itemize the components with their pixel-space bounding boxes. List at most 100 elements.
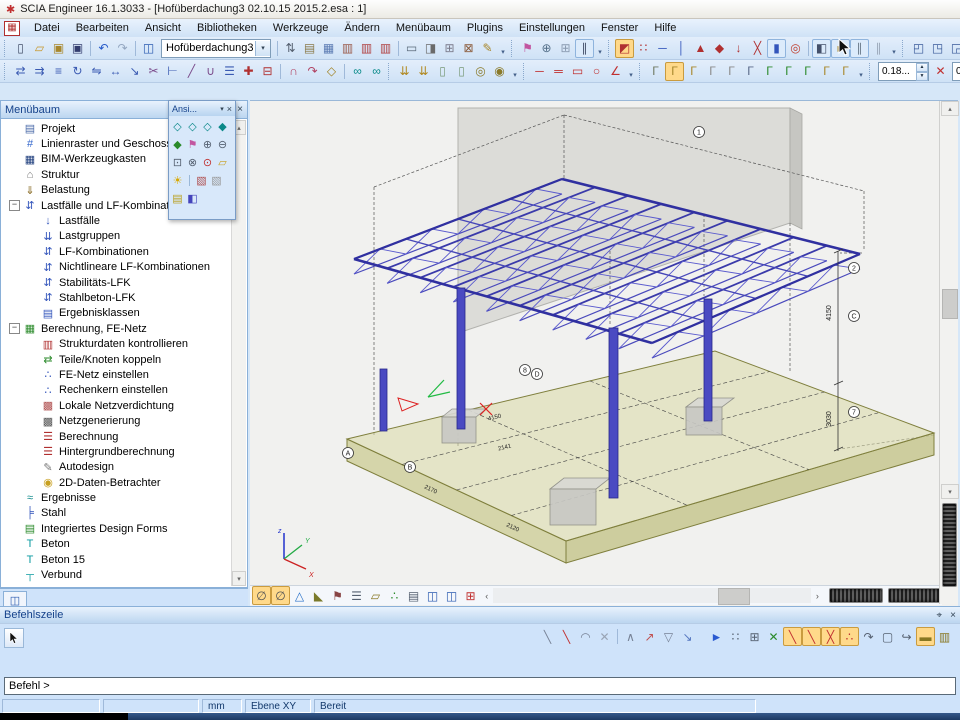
vscroll-thumb[interactable] [942,289,958,319]
view-xz[interactable]: ◇ [185,119,200,133]
tree-item[interactable]: ✎ Autodesign [1,460,247,475]
move-nodes[interactable]: ⇄ [11,62,30,81]
collapse-box[interactable]: − [9,200,20,211]
tree-item[interactable]: ◉ 2D-Daten-Betrachter [1,475,247,490]
horizontal-scrollbar[interactable] [493,588,810,603]
menu-item[interactable]: Einstellungen [511,20,593,36]
units-mm-cm[interactable]: ⇅ [281,39,300,58]
tree-item[interactable]: ⇵ LF-Kombinationen [1,244,247,259]
rotate-wheel[interactable] [942,503,957,587]
select-by-cutout[interactable]: ⇊ [414,62,433,81]
pin-display[interactable]: ▮ [767,39,786,58]
tree-item[interactable]: ≈ Ergebnisse [1,490,247,505]
pin-icon[interactable]: ⌖ [937,610,943,621]
view-perspective[interactable]: ◆ [215,119,230,133]
load-display-toggle[interactable]: ▱ [366,586,385,605]
mesh-size-spinner[interactable]: 0.18... ▲▼ [878,62,929,81]
local-axes-toggle[interactable]: ⚑ [328,586,347,605]
overflow-chevron[interactable]: ▾ [594,38,606,59]
refinement-ratio-spinner[interactable]: 0.5 ▲▼ [952,62,960,81]
stretch-members[interactable]: ↔ [106,62,125,81]
snap-target[interactable]: ◎ [786,39,805,58]
tree-item[interactable]: ☰ Hintergrundberechnung [1,444,247,459]
picture-to-gallery[interactable]: ◫ [442,586,461,605]
calculator[interactable]: ⊞ [440,39,459,58]
render-mode[interactable]: ◧ [812,39,831,58]
menu-item[interactable]: Fenster [593,20,646,36]
command-panel-header[interactable]: Befehlszeile ⌖ × [0,607,960,624]
menu-item[interactable]: Ändern [336,20,387,36]
clip-frame-6[interactable]: Γ [741,62,760,81]
snap-edge[interactable]: ↗ [640,627,659,646]
shaded-toggle[interactable]: ∅ [271,586,290,605]
menu-item[interactable]: Ansicht [137,20,189,36]
zoom-out[interactable]: ⊖ [215,137,230,151]
clipboard-flag[interactable]: ⚑ [518,39,537,58]
tree-item[interactable]: ⇊ Lastgruppen [1,229,247,244]
coordinate-info[interactable]: ⊞ [556,39,575,58]
spin-up-icon[interactable]: ▲ [916,63,928,72]
project-combo[interactable]: Hofüberdachung3 ▾ [161,39,271,58]
print-picture[interactable]: ▱ [215,155,230,169]
join-members[interactable]: ∪ [201,62,220,81]
render-settings[interactable]: ▧ [194,173,209,187]
rotate-members[interactable]: ↻ [68,62,87,81]
clip-frame-10[interactable]: Γ [817,62,836,81]
project-window[interactable]: ◫ [139,39,158,58]
hscroll-left-icon[interactable]: ‹ [480,588,493,603]
tree-item[interactable]: ┬ Verbund [1,567,247,582]
redo[interactable]: ↷ [113,39,132,58]
tree-item[interactable]: ∴ Rechenkern einstellen [1,383,247,398]
curved-member[interactable]: ↷ [303,62,322,81]
select-by-cursor[interactable]: ⇊ [395,62,414,81]
clip-frame-1[interactable]: Γ [646,62,665,81]
close-icon[interactable]: × [227,104,232,114]
overflow-chevron[interactable]: ▾ [497,38,509,59]
model-data-toggle[interactable]: ∴ [385,586,404,605]
clip-frame-8[interactable]: Γ [779,62,798,81]
snap-node[interactable]: ∧ [621,627,640,646]
section-display[interactable]: ∥ [575,39,594,58]
open-project[interactable]: ▱ [30,39,49,58]
zoom-selection[interactable]: ⊙ [200,155,215,169]
clip-frame-11[interactable]: Γ [836,62,855,81]
draw-angle[interactable]: ∠ [606,62,625,81]
snap-midpoint[interactable]: ╲ [783,627,802,646]
trim-members[interactable]: ✂ [144,62,163,81]
snap-ortho[interactable]: ✕ [764,627,783,646]
tree-item[interactable]: ⇵ Stahlbeton-LFK [1,290,247,305]
section-grid-display[interactable]: ⊞ [461,586,480,605]
ucs-placement[interactable]: ⚑ [185,137,200,151]
mesh-local-refinement[interactable]: ✕ [931,62,950,81]
clip-frame-4[interactable]: Γ [703,62,722,81]
multi-copy[interactable]: ≡ [49,62,68,81]
hinge-display[interactable]: ◆ [710,39,729,58]
connect-members[interactable]: ✚ [239,62,258,81]
snap-point[interactable]: ╲ [557,627,576,646]
view-direction[interactable]: ◧ [185,191,200,205]
snap-arc[interactable]: ◠ [576,627,595,646]
beam-display[interactable]: ─ [653,39,672,58]
tree-item[interactable]: ▤ Integriertes Design Forms [1,521,247,536]
member-check[interactable]: ╳ [748,39,767,58]
zoom-all[interactable]: ⊗ [185,155,200,169]
replace-binoculars[interactable]: ◉ [490,62,509,81]
hscroll-thumb[interactable] [718,588,750,605]
menu-item[interactable]: Werkzeuge [265,20,336,36]
align-members[interactable]: ☰ [220,62,239,81]
line-grid[interactable]: ⊞ [745,627,764,646]
release-members[interactable]: ⊟ [258,62,277,81]
tree-item[interactable]: ⇵ Nichtlineare LF-Kombinationen [1,260,247,275]
column-display[interactable]: │ [672,39,691,58]
undo[interactable]: ↶ [94,39,113,58]
view-axonometric[interactable]: ◇ [170,119,185,133]
combo-dropdown-icon[interactable]: ▾ [255,41,270,56]
search-binoculars[interactable]: ◎ [471,62,490,81]
support-display[interactable]: ▲ [691,39,710,58]
draw-circle[interactable]: ○ [587,62,606,81]
menu-item[interactable]: Bibliotheken [189,20,265,36]
tree-item[interactable]: ▩ Lokale Netzverdichtung [1,398,247,413]
copy-nodes[interactable]: ⇉ [30,62,49,81]
zoom-wheel[interactable] [888,588,942,603]
new-project[interactable]: ▯ [11,39,30,58]
